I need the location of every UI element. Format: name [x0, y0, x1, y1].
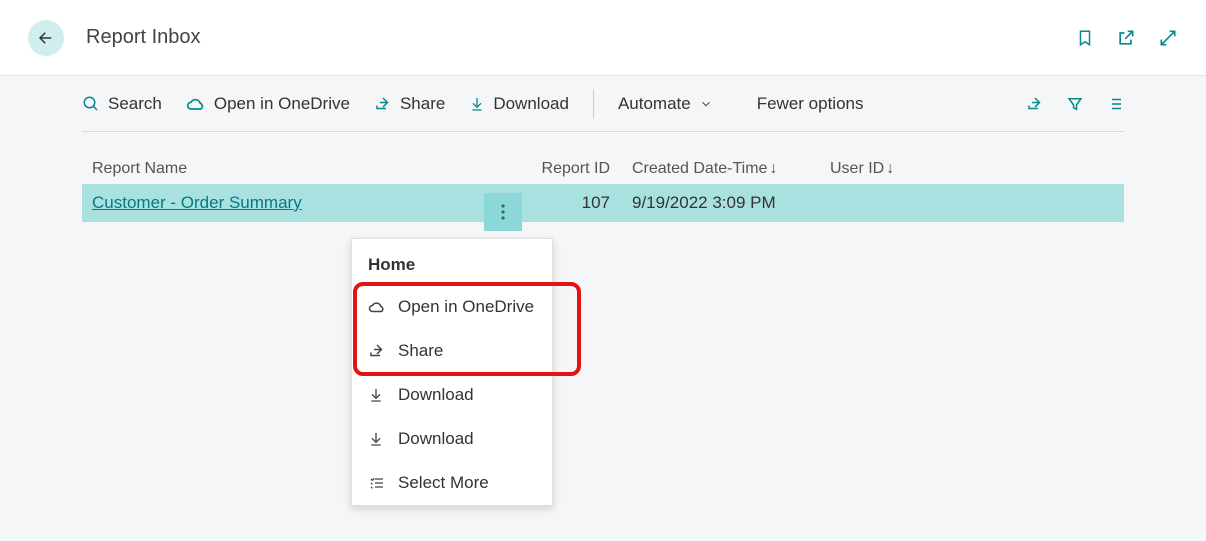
share-icon	[374, 95, 392, 113]
popout-button[interactable]	[1116, 28, 1136, 48]
page-title: Report Inbox	[86, 26, 1076, 49]
menu-download-1[interactable]: Download	[352, 373, 552, 417]
report-date: 9/19/2022 3:09 PM	[610, 193, 808, 213]
filter-button[interactable]	[1066, 95, 1084, 113]
cloud-icon	[368, 300, 386, 314]
share-button[interactable]: Share	[374, 94, 445, 114]
fewer-label: Fewer options	[757, 94, 864, 114]
menu-label: Select More	[398, 473, 489, 493]
expand-icon	[1158, 28, 1178, 48]
search-icon	[82, 95, 100, 113]
menu-download-2[interactable]: Download	[352, 417, 552, 461]
expand-button[interactable]	[1158, 28, 1178, 48]
menu-select-more[interactable]: Select More	[352, 461, 552, 505]
share-page-button[interactable]	[1026, 95, 1044, 113]
report-id: 107	[522, 193, 610, 213]
menu-label: Download	[398, 429, 474, 449]
menu-title: Home	[352, 239, 552, 285]
automate-button[interactable]: Automate	[618, 94, 713, 114]
column-id[interactable]: Report ID	[522, 160, 610, 178]
search-button[interactable]: Search	[82, 94, 162, 114]
filter-icon	[1066, 95, 1084, 113]
separator	[593, 89, 594, 119]
share-icon	[1026, 95, 1044, 113]
list-icon	[1106, 95, 1124, 113]
more-vertical-icon	[501, 204, 505, 220]
share-label: Share	[400, 94, 445, 114]
download-icon	[469, 95, 485, 113]
download-icon	[368, 386, 386, 404]
menu-label: Open in OneDrive	[398, 297, 534, 317]
arrow-left-icon	[37, 29, 55, 47]
share-icon	[368, 342, 386, 360]
column-date[interactable]: Created Date-Time↓	[610, 160, 808, 178]
chevron-down-icon	[699, 97, 713, 111]
automate-label: Automate	[618, 94, 691, 114]
list-button[interactable]	[1106, 95, 1124, 113]
column-user[interactable]: User ID↓	[808, 160, 928, 178]
fewer-options-button[interactable]: Fewer options	[757, 94, 864, 114]
list-check-icon	[368, 475, 386, 491]
search-label: Search	[108, 94, 162, 114]
back-button[interactable]	[28, 20, 64, 56]
menu-label: Download	[398, 385, 474, 405]
report-name-link[interactable]: Customer - Order Summary	[92, 193, 302, 213]
download-button[interactable]: Download	[469, 94, 569, 114]
cloud-icon	[186, 96, 206, 112]
menu-share[interactable]: Share	[352, 329, 552, 373]
table-header: Report Name Report ID Created Date-Time↓…	[82, 132, 1124, 184]
sort-down-icon: ↓	[769, 160, 777, 178]
onedrive-button[interactable]: Open in OneDrive	[186, 94, 350, 114]
toolbar: Search Open in OneDrive Share Download A…	[82, 76, 1124, 132]
sort-down-icon: ↓	[886, 160, 894, 178]
download-label: Download	[493, 94, 569, 114]
menu-open-onedrive[interactable]: Open in OneDrive	[352, 285, 552, 329]
onedrive-label: Open in OneDrive	[214, 94, 350, 114]
bookmark-button[interactable]	[1076, 28, 1094, 48]
column-name[interactable]: Report Name	[82, 160, 522, 178]
popout-icon	[1116, 28, 1136, 48]
menu-label: Share	[398, 341, 443, 361]
row-more-button[interactable]	[484, 193, 522, 231]
bookmark-icon	[1076, 28, 1094, 48]
context-menu: Home Open in OneDrive Share Download Dow…	[351, 238, 553, 506]
download-icon	[368, 430, 386, 448]
table-row[interactable]: Customer - Order Summary 107 9/19/2022 3…	[82, 184, 1124, 222]
